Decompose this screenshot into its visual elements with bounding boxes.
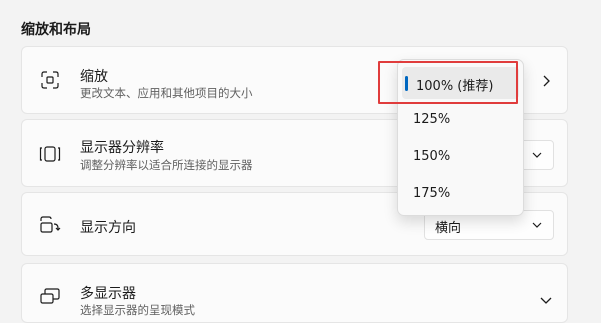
orientation-title: 显示方向 [80,220,136,236]
scale-option-150[interactable]: 150% [398,141,523,173]
chevron-down-icon [532,152,542,158]
scale-option-125[interactable]: 125% [398,104,523,136]
multi-display-subtitle: 选择显示器的呈现模式 [80,303,195,317]
resolution-subtitle: 调整分辨率以适合所连接的显示器 [80,158,253,172]
section-title: 缩放和布局 [21,22,91,38]
chevron-down-icon [532,222,542,228]
chevron-down-icon[interactable] [538,292,554,308]
scale-title: 缩放 [80,69,108,85]
resolution-icon [39,143,61,165]
chevron-right-icon[interactable] [538,73,554,89]
multi-display-card[interactable]: 多显示器 选择显示器的呈现模式 [21,263,568,323]
orientation-icon [39,214,61,236]
scale-option-175[interactable]: 175% [398,178,523,210]
scale-icon [39,69,61,91]
resolution-title: 显示器分辨率 [80,140,164,156]
highlight-box [378,61,518,104]
orientation-value: 横向 [435,221,462,236]
multi-display-title: 多显示器 [80,286,136,302]
scale-subtitle: 更改文本、应用和其他项目的大小 [80,86,253,100]
